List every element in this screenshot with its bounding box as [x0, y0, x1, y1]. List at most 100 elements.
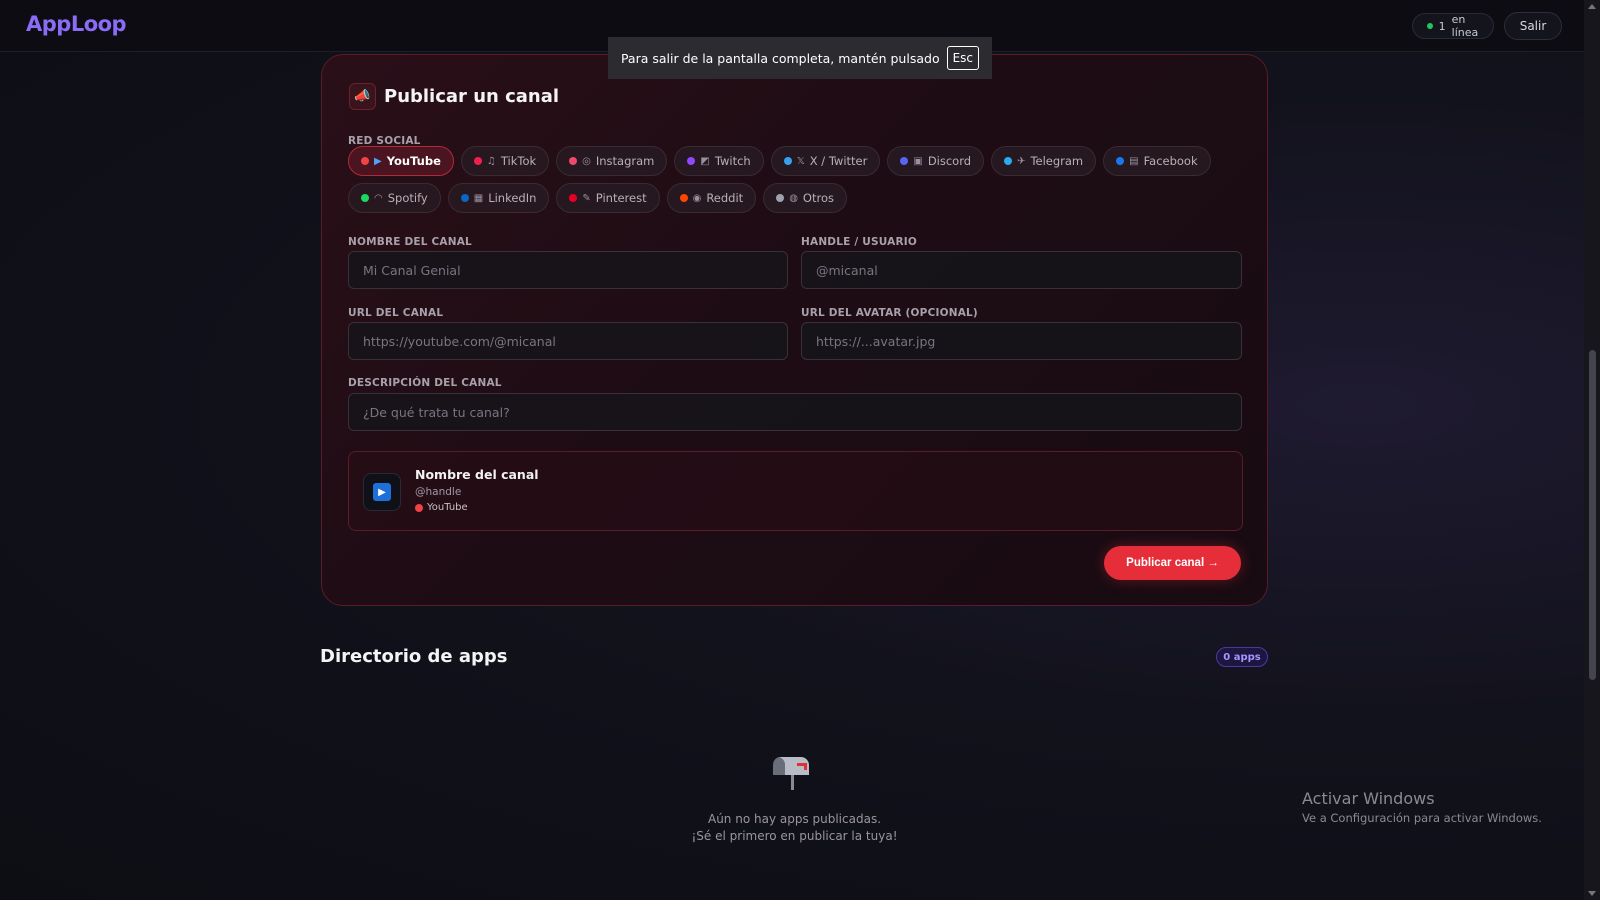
- description-label: DESCRIPCIÓN DEL CANAL: [348, 377, 502, 389]
- network-chip-label: TikTok: [500, 154, 537, 168]
- network-chip-facebook[interactable]: ▤ Facebook: [1103, 146, 1211, 176]
- reddit-icon: ◉: [692, 192, 702, 204]
- network-dot-icon: [473, 157, 482, 165]
- online-label: en línea: [1451, 13, 1479, 39]
- handle-label: HANDLE / USUARIO: [801, 236, 917, 248]
- network-dot-icon: [776, 194, 785, 202]
- directory-title: Directorio de apps: [320, 646, 508, 667]
- youtube-icon: ▶: [374, 155, 382, 167]
- channel-name-label: NOMBRE DEL CANAL: [348, 236, 472, 248]
- network-chip-spotify[interactable]: ◠ Spotify: [348, 183, 441, 213]
- spotify-icon: ◠: [374, 192, 383, 204]
- publish-channel-card: 📣 Publicar un canal RED SOCIAL ▶ YouTube ♫…: [321, 54, 1268, 606]
- network-chip-otros[interactable]: ◍ Otros: [763, 183, 847, 213]
- network-chip-label: Pinterest: [595, 191, 647, 205]
- preview-avatar: ▶: [363, 473, 401, 511]
- network-dot-icon: [679, 194, 688, 202]
- preview-network: YouTube: [415, 502, 468, 513]
- description-input[interactable]: [363, 404, 1241, 420]
- empty-state-line-1: Aún no hay apps publicadas.: [707, 812, 882, 826]
- otros-icon: ◍: [789, 192, 798, 204]
- network-dot-icon: [1116, 157, 1125, 165]
- channel-name-field[interactable]: [348, 251, 788, 289]
- scroll-up-arrow-icon[interactable]: [1588, 4, 1596, 9]
- preview-handle: @handle: [415, 486, 462, 498]
- avatar-url-label: URL DEL AVATAR (OPCIONAL): [801, 307, 978, 319]
- instagram-icon: ◎: [582, 155, 591, 167]
- youtube-play-icon: ▶: [373, 483, 391, 501]
- linkedin-icon: ▦: [473, 192, 484, 204]
- network-chip-discord[interactable]: ▣ Discord: [887, 146, 985, 176]
- exit-button[interactable]: Salir: [1504, 12, 1562, 40]
- scroll-down-arrow-icon[interactable]: [1588, 891, 1596, 896]
- discord-icon: ▣: [913, 155, 923, 167]
- network-dot-icon: [783, 157, 792, 165]
- network-chip-label: Telegram: [1030, 154, 1084, 168]
- preview-network-label: YouTube: [427, 502, 468, 513]
- network-dot-icon: [569, 157, 578, 165]
- network-chip-label: Facebook: [1143, 154, 1198, 168]
- channel-name-input[interactable]: [363, 262, 787, 278]
- network-chips-row-1: ▶ YouTube ♫ TikTok ◎ Instagram ◩ Twitch 𝕏 X / Twi…: [348, 146, 1211, 176]
- windows-activation-title: Activar Windows: [1302, 789, 1435, 808]
- network-chip-instagram[interactable]: ◎ Instagram: [556, 146, 668, 176]
- channel-preview: ▶ Nombre del canal @handle YouTube: [348, 451, 1243, 531]
- tiktok-icon: ♫: [486, 155, 496, 167]
- network-dot-icon: [361, 157, 369, 165]
- page-scrollbar[interactable]: [1584, 0, 1600, 900]
- avatar-url-field[interactable]: [801, 322, 1242, 360]
- network-dot-icon: [361, 194, 369, 202]
- network-chip-label: LinkedIn: [488, 191, 537, 205]
- network-chip-label: YouTube: [386, 154, 441, 168]
- publish-channel-button[interactable]: Publicar canal →: [1104, 546, 1241, 580]
- empty-state-line-2: ¡Sé el primero en publicar la tuya!: [691, 829, 898, 843]
- network-chip-label: Twitch: [714, 154, 751, 168]
- network-chip-label: Instagram: [595, 154, 655, 168]
- network-chip-tiktok[interactable]: ♫ TikTok: [460, 146, 550, 176]
- network-chip-pinterest[interactable]: ✎ Pinterest: [556, 183, 660, 213]
- network-chip-twitch[interactable]: ◩ Twitch: [674, 146, 764, 176]
- preview-channel-name: Nombre del canal: [415, 467, 539, 482]
- network-chip-x-twitter[interactable]: 𝕏 X / Twitter: [770, 146, 881, 176]
- description-field[interactable]: [348, 393, 1242, 431]
- network-dot-icon: [569, 194, 578, 202]
- network-chip-label: Spotify: [387, 191, 428, 205]
- network-dot-icon: [460, 194, 469, 202]
- network-chip-label: Discord: [927, 154, 972, 168]
- x-twitter-icon: 𝕏: [796, 155, 805, 167]
- network-chip-linkedin[interactable]: ▦ LinkedIn: [447, 183, 550, 213]
- avatar-url-input[interactable]: [816, 333, 1241, 349]
- handle-field[interactable]: [801, 251, 1242, 289]
- scrollbar-thumb[interactable]: [1589, 350, 1596, 680]
- network-dot-icon: [900, 157, 909, 165]
- network-chip-telegram[interactable]: ✈ Telegram: [991, 146, 1097, 176]
- esc-key-badge: Esc: [946, 46, 980, 70]
- app-logo[interactable]: AppLoop: [26, 12, 127, 36]
- apps-count-badge: 0 apps: [1216, 647, 1268, 667]
- network-chips-row-2: ◠ Spotify ▦ LinkedIn ✎ Pinterest ◉ Reddit ◍ Otros: [348, 183, 847, 213]
- network-dot-icon: [687, 157, 696, 165]
- card-title: Publicar un canal: [384, 86, 560, 107]
- online-count: 1: [1438, 19, 1446, 33]
- channel-url-input[interactable]: [363, 333, 787, 349]
- fullscreen-notice: Para salir de la pantalla completa, mant…: [608, 37, 992, 79]
- megaphone-icon: 📣: [349, 83, 376, 110]
- network-chip-label: Otros: [802, 191, 834, 205]
- channel-url-label: URL DEL CANAL: [348, 307, 444, 319]
- twitch-icon: ◩: [700, 155, 710, 167]
- pinterest-icon: ✎: [582, 192, 591, 204]
- network-chip-reddit[interactable]: ◉ Reddit: [666, 183, 757, 213]
- network-dot-icon: [415, 503, 423, 512]
- windows-activation-subtitle: Ve a Configuración para activar Windows.: [1302, 811, 1542, 825]
- network-chip-youtube[interactable]: ▶ YouTube: [348, 146, 454, 176]
- mailbox-icon: [773, 757, 809, 790]
- online-status-badge: 1 en línea: [1412, 13, 1494, 39]
- channel-url-field[interactable]: [348, 322, 788, 360]
- fullscreen-notice-text: Para salir de la pantalla completa, mant…: [620, 50, 940, 66]
- network-chip-label: Reddit: [706, 191, 744, 205]
- handle-input[interactable]: [816, 262, 1241, 278]
- network-chip-label: X / Twitter: [809, 154, 868, 168]
- network-dot-icon: [1004, 157, 1013, 165]
- online-dot-icon: [1427, 23, 1433, 29]
- facebook-icon: ▤: [1129, 155, 1139, 167]
